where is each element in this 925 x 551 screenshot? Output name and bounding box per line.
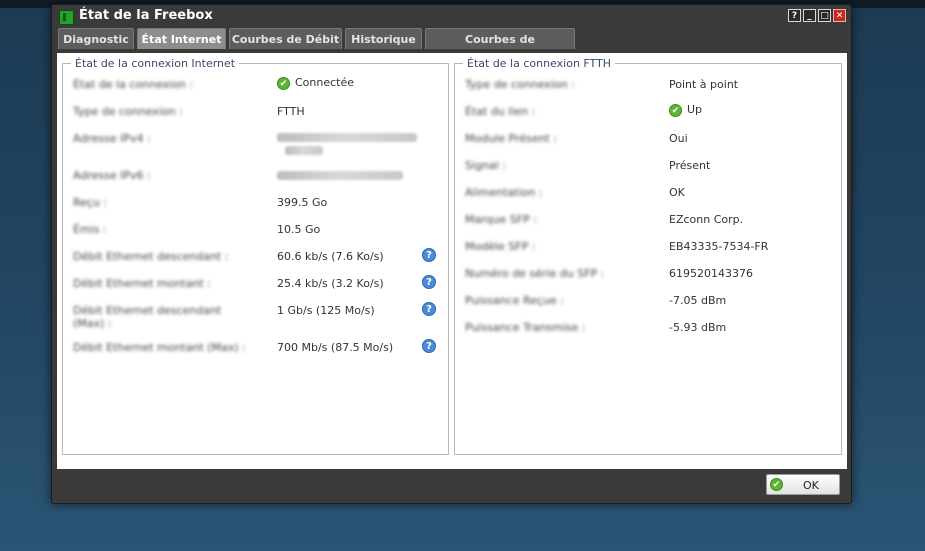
row-label: Émis :	[73, 223, 107, 236]
row-value: ✔ Up	[669, 103, 702, 117]
row-label: État du lien :	[465, 105, 536, 118]
row-value: 10.5 Go	[277, 223, 321, 236]
window-title: État de la Freebox	[79, 8, 213, 23]
internet-panel-legend: État de la connexion Internet	[75, 57, 236, 70]
row-label: Type de connexion :	[73, 105, 183, 118]
row-label: Débit Ethernet montant :	[73, 277, 211, 290]
title-bar[interactable]: État de la Freebox ? _ □ ✕	[52, 5, 851, 29]
window-controls: ? _ □ ✕	[788, 9, 846, 22]
row-label: Débit Ethernet descendant (Max) :	[73, 304, 222, 330]
row-label: Reçu :	[73, 196, 108, 209]
redacted-ipv4-line-2	[285, 146, 323, 155]
row-label: État de la connexion :	[73, 78, 194, 91]
row-label: Marque SFP :	[465, 213, 537, 226]
maximize-button[interactable]: □	[818, 9, 831, 22]
row-value: 399.5 Go	[277, 196, 328, 209]
question-circle-icon[interactable]: ?	[422, 275, 436, 289]
row-label: Débit Ethernet descendant :	[73, 250, 229, 263]
row-value: ✔ Connectée	[277, 76, 354, 90]
check-circle-icon: ✔	[770, 478, 783, 491]
row-value: Présent	[669, 159, 711, 172]
tab-content: État de la connexion Internet État de la…	[57, 53, 847, 469]
row-value: 25.4 kb/s (3.2 Ko/s)	[277, 277, 384, 290]
redacted-ipv4-line-1	[277, 133, 417, 142]
freebox-status-dialog: État de la Freebox ? _ □ ✕ Diagnostic Ét…	[51, 4, 852, 504]
row-value: Point à point	[669, 78, 739, 91]
row-value: EB43335-7534-FR	[669, 240, 769, 253]
row-value: 619520143376	[669, 267, 753, 280]
question-circle-icon[interactable]: ?	[422, 339, 436, 353]
ok-button[interactable]: ✔ OK	[766, 474, 840, 495]
ftth-panel-legend: État de la connexion FTTH	[467, 57, 612, 70]
row-label: Type de connexion :	[465, 78, 575, 91]
minimize-button[interactable]: _	[803, 9, 816, 22]
row-label: Débit Ethernet montant (Max) :	[73, 341, 246, 354]
tab-historique[interactable]: Historique	[345, 28, 422, 49]
row-value: 700 Mb/s (87.5 Mo/s)	[277, 341, 394, 354]
ok-button-label: OK	[803, 479, 819, 492]
row-label: Alimentation :	[465, 186, 543, 199]
row-value: -7.05 dBm	[669, 294, 727, 307]
row-label: Puissance Reçue :	[465, 294, 564, 307]
row-label: Puissance Transmise :	[465, 321, 586, 334]
tab-courbes-temperature[interactable]: Courbes de température	[425, 28, 575, 67]
freebox-icon	[59, 10, 74, 25]
question-circle-icon[interactable]: ?	[422, 302, 436, 316]
tab-etat-internet[interactable]: État Internet	[137, 28, 226, 49]
row-value: 1 Gb/s (125 Mo/s)	[277, 304, 375, 317]
question-circle-icon[interactable]: ?	[422, 248, 436, 262]
row-value: Oui	[669, 132, 688, 145]
row-label: Modèle SFP :	[465, 240, 536, 253]
row-value: OK	[669, 186, 685, 199]
row-value: EZconn Corp.	[669, 213, 744, 226]
row-value: FTTH	[277, 105, 305, 118]
row-label: Numéro de série du SFP :	[465, 267, 605, 280]
check-circle-icon: ✔	[669, 103, 682, 117]
tab-diagnostic[interactable]: Diagnostic	[58, 28, 134, 49]
dialog-footer: ✔ OK	[57, 471, 847, 499]
row-label: Signal :	[465, 159, 506, 172]
close-button[interactable]: ✕	[833, 9, 846, 22]
check-circle-icon: ✔	[277, 76, 290, 90]
help-button[interactable]: ?	[788, 9, 801, 22]
row-value: 60.6 kb/s (7.6 Ko/s)	[277, 250, 384, 263]
redacted-ipv6	[277, 171, 403, 180]
row-label: Adresse IPv4 :	[73, 132, 151, 145]
row-value: -5.93 dBm	[669, 321, 727, 334]
tab-courbes-debit[interactable]: Courbes de Débit	[229, 28, 342, 49]
row-label: Module Présent :	[465, 132, 557, 145]
row-label: Adresse IPv6 :	[73, 169, 151, 182]
